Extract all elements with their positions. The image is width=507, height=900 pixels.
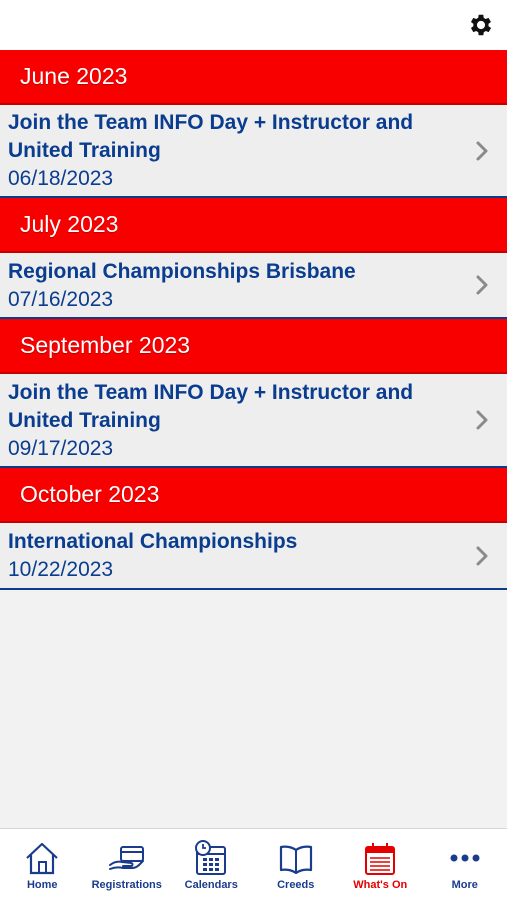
tab-label: Calendars <box>184 879 238 891</box>
event-row[interactable]: Regional Championships Brisbane 07/16/20… <box>0 253 507 319</box>
event-title: Join the Team INFO Day + Instructor and … <box>8 380 414 432</box>
section-header-june: June 2023 <box>0 50 507 105</box>
section-header-october: October 2023 <box>0 468 507 523</box>
more-dots-icon <box>450 854 480 862</box>
chevron-right-icon <box>476 546 488 565</box>
section-title: June 2023 <box>20 63 128 89</box>
tab-more[interactable]: More <box>423 829 507 900</box>
event-title: International Championships <box>8 530 298 553</box>
tab-home[interactable]: Home <box>0 829 85 900</box>
tab-whats-on[interactable]: What's On <box>338 829 423 900</box>
tab-label: Creeds <box>277 879 315 891</box>
gear-icon[interactable] <box>467 11 495 39</box>
chevron-right-icon <box>476 410 488 430</box>
event-date: 10/22/2023 <box>8 558 114 581</box>
section-title: September 2023 <box>20 332 191 358</box>
tab-calendars[interactable]: Calendars <box>169 829 254 900</box>
top-bar <box>0 0 507 50</box>
event-date: 07/16/2023 <box>8 287 114 311</box>
hand-card-icon <box>108 846 144 870</box>
open-book-icon <box>279 845 312 875</box>
section-header-september: September 2023 <box>0 319 507 374</box>
tab-registrations[interactable]: Registrations <box>85 829 170 900</box>
tab-label: Registrations <box>91 879 162 891</box>
event-row[interactable]: Join the Team INFO Day + Instructor and … <box>0 105 507 198</box>
tab-label: What's On <box>353 879 408 891</box>
event-title: Join the Team INFO Day + Instructor and … <box>8 111 414 162</box>
tab-bar: Home Registrations Calendars Creeds What… <box>0 828 507 900</box>
event-row[interactable]: International Championships 10/22/2023 <box>0 523 507 590</box>
event-date: 06/18/2023 <box>8 167 114 190</box>
event-date: 09/17/2023 <box>8 436 114 460</box>
section-title: July 2023 <box>20 211 119 237</box>
section-header-july: July 2023 <box>0 198 507 253</box>
event-row[interactable]: Join the Team INFO Day + Instructor and … <box>0 374 507 468</box>
tab-label: Home <box>26 879 58 891</box>
tab-label: More <box>451 879 478 891</box>
event-title: Regional Championships Brisbane <box>8 259 356 283</box>
chevron-right-icon <box>476 141 488 160</box>
chevron-right-icon <box>476 275 488 295</box>
house-icon <box>26 842 59 875</box>
section-title: October 2023 <box>20 481 160 507</box>
tab-creeds[interactable]: Creeds <box>254 829 339 900</box>
calendar-clock-icon <box>195 840 227 875</box>
events-list: June 2023 Join the Team INFO Day + Instr… <box>0 50 507 590</box>
calendar-list-icon <box>365 843 396 875</box>
